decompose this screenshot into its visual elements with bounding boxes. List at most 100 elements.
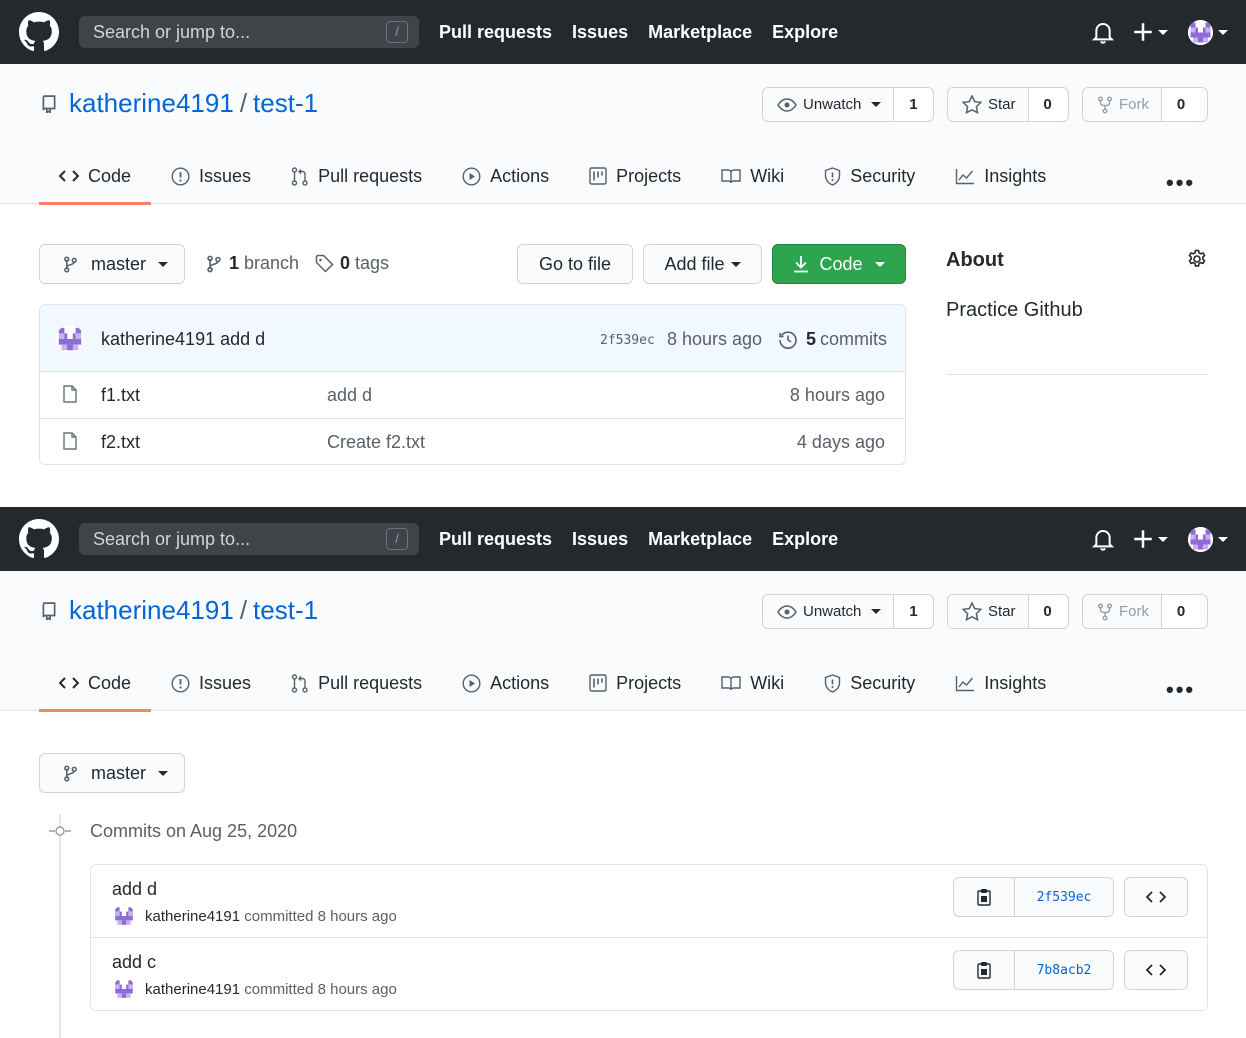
tab-pull-requests[interactable]: Pull requests	[271, 655, 442, 711]
star-button[interactable]: Star	[948, 88, 1029, 121]
search-box[interactable]: /	[79, 523, 419, 555]
commits-history-link[interactable]: 5 commits	[778, 329, 887, 350]
commit-title-link[interactable]: add d	[112, 879, 157, 900]
shield-icon	[824, 166, 841, 186]
download-icon	[794, 256, 809, 273]
nav-explore[interactable]: Explore	[772, 529, 838, 550]
watch-count[interactable]: 1	[894, 595, 933, 628]
unwatch-button[interactable]: Unwatch	[763, 88, 895, 121]
clipboard-icon	[976, 888, 992, 906]
commit-author-avatar[interactable]	[113, 905, 135, 927]
create-new-caret-icon[interactable]	[1158, 537, 1168, 542]
commit-author-link[interactable]: katherine4191	[101, 329, 215, 349]
tab-pull-requests[interactable]: Pull requests	[271, 148, 442, 204]
search-input[interactable]	[93, 523, 373, 555]
nav-marketplace[interactable]: Marketplace	[648, 529, 752, 550]
tab-code-label: Code	[88, 165, 132, 186]
gear-icon[interactable]	[1187, 249, 1207, 269]
tags-link[interactable]: 0 tags	[315, 253, 389, 274]
file-name-link[interactable]: f2.txt	[101, 432, 140, 453]
watch-count[interactable]: 1	[894, 88, 933, 121]
graph-icon	[956, 168, 975, 184]
fork-button[interactable]: Fork	[1083, 88, 1162, 121]
commit-sha-link[interactable]: 7b8acb2	[1015, 951, 1113, 989]
file-name-link[interactable]: f1.txt	[101, 385, 140, 406]
repo-icon	[42, 602, 56, 620]
file-row[interactable]: f1.txt add d 8 hours ago	[40, 372, 905, 418]
user-menu-caret-icon[interactable]	[1218, 30, 1228, 35]
add-file-button[interactable]: Add file	[643, 244, 762, 284]
tab-wiki[interactable]: Wiki	[701, 655, 804, 711]
branch-select-button[interactable]: master	[39, 753, 185, 793]
fork-count[interactable]: 0	[1162, 88, 1200, 121]
github-logo-icon[interactable]	[19, 12, 59, 52]
create-new-plus-icon[interactable]	[1133, 22, 1153, 42]
tab-issues[interactable]: Issues	[151, 655, 271, 711]
user-avatar[interactable]	[1188, 527, 1213, 552]
more-tabs-kebab-icon[interactable]: •••	[1166, 677, 1195, 703]
notifications-bell-icon[interactable]	[1092, 20, 1114, 44]
commit-author-avatar[interactable]	[56, 325, 84, 353]
copy-sha-button[interactable]	[954, 878, 1015, 916]
github-logo-icon[interactable]	[19, 519, 59, 559]
create-new-caret-icon[interactable]	[1158, 30, 1168, 35]
file-commit-message-link[interactable]: add d	[327, 385, 372, 406]
repo-name-link[interactable]: test-1	[253, 88, 318, 118]
tab-actions[interactable]: Actions	[442, 655, 569, 711]
user-avatar[interactable]	[1188, 20, 1213, 45]
copy-sha-button[interactable]	[954, 951, 1015, 989]
commit-title-link[interactable]: add c	[112, 952, 156, 973]
tab-actions[interactable]: Actions	[442, 148, 569, 204]
browse-repo-at-commit-button[interactable]	[1124, 877, 1188, 917]
tab-insights[interactable]: Insights	[935, 655, 1066, 711]
nav-issues[interactable]: Issues	[572, 22, 628, 43]
repo-owner-link[interactable]: katherine4191	[69, 595, 234, 625]
issue-opened-icon	[171, 166, 190, 186]
tab-security[interactable]: Security	[804, 655, 935, 711]
file-row[interactable]: f2.txt Create f2.txt 4 days ago	[40, 418, 905, 464]
more-tabs-kebab-icon[interactable]: •••	[1166, 170, 1195, 196]
search-box[interactable]: /	[79, 16, 419, 48]
tab-insights[interactable]: Insights	[935, 148, 1066, 204]
repo-name-link[interactable]: test-1	[253, 595, 318, 625]
fork-count[interactable]: 0	[1162, 595, 1200, 628]
tab-code[interactable]: Code	[39, 148, 152, 205]
create-new-plus-icon[interactable]	[1133, 529, 1153, 549]
repo-owner-link[interactable]: katherine4191	[69, 88, 234, 118]
tab-projects[interactable]: Projects	[569, 655, 701, 711]
tab-code[interactable]: Code	[39, 655, 152, 712]
commit-row: add d katherine4191 committed 8 hours ag…	[91, 865, 1207, 937]
file-commit-message-link[interactable]: Create f2.txt	[327, 432, 425, 453]
branch-select-button[interactable]: master	[39, 244, 185, 284]
play-icon	[462, 673, 481, 693]
notifications-bell-icon[interactable]	[1092, 527, 1114, 551]
go-to-file-button[interactable]: Go to file	[517, 244, 633, 284]
user-menu-caret-icon[interactable]	[1218, 537, 1228, 542]
tag-count: 0	[340, 253, 351, 273]
browse-repo-at-commit-button[interactable]	[1124, 950, 1188, 990]
commit-message-link[interactable]: add d	[220, 329, 265, 349]
commit-author-link[interactable]: katherine4191	[145, 981, 240, 998]
star-count[interactable]: 0	[1028, 595, 1067, 628]
commit-author-avatar[interactable]	[113, 978, 135, 1000]
branches-link[interactable]: 1 branch	[205, 253, 299, 274]
commit-sha-link[interactable]: 2f539ec	[600, 333, 655, 348]
tab-security[interactable]: Security	[804, 148, 935, 204]
commit-author-link[interactable]: katherine4191	[145, 908, 240, 925]
fork-button[interactable]: Fork	[1083, 595, 1162, 628]
nav-explore[interactable]: Explore	[772, 22, 838, 43]
tab-wiki[interactable]: Wiki	[701, 148, 804, 204]
star-count[interactable]: 0	[1028, 88, 1067, 121]
git-branch-icon	[205, 254, 223, 274]
unwatch-button[interactable]: Unwatch	[763, 595, 895, 628]
code-download-button[interactable]: Code	[772, 244, 906, 284]
nav-issues[interactable]: Issues	[572, 529, 628, 550]
nav-pull-requests[interactable]: Pull requests	[439, 22, 552, 43]
search-input[interactable]	[93, 16, 373, 48]
commit-sha-link[interactable]: 2f539ec	[1015, 878, 1113, 916]
tab-issues[interactable]: Issues	[151, 148, 271, 204]
nav-pull-requests[interactable]: Pull requests	[439, 529, 552, 550]
star-button[interactable]: Star	[948, 595, 1029, 628]
nav-marketplace[interactable]: Marketplace	[648, 22, 752, 43]
tab-projects[interactable]: Projects	[569, 148, 701, 204]
